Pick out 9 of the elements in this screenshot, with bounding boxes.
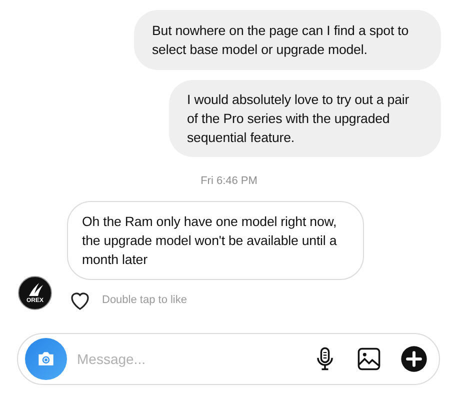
message-bubble: Oh the Ram only have one model right now, the upgrade model won't be available until a month later: [67, 201, 364, 280]
camera-button[interactable]: [25, 338, 67, 380]
add-icon[interactable]: [400, 345, 428, 373]
image-icon[interactable]: [356, 346, 382, 372]
like-hint: Double tap to like: [102, 294, 187, 306]
message-bubble: But nowhere on the page can I find a spot to select base model or upgrade model.: [134, 10, 441, 70]
timestamp: Fri 6:46 PM: [200, 175, 258, 187]
message-field[interactable]: Message...: [75, 350, 294, 368]
message-bubble: I would absolutely love to try out a pair of the Pro series with the upgraded sequential feature.: [169, 80, 441, 157]
